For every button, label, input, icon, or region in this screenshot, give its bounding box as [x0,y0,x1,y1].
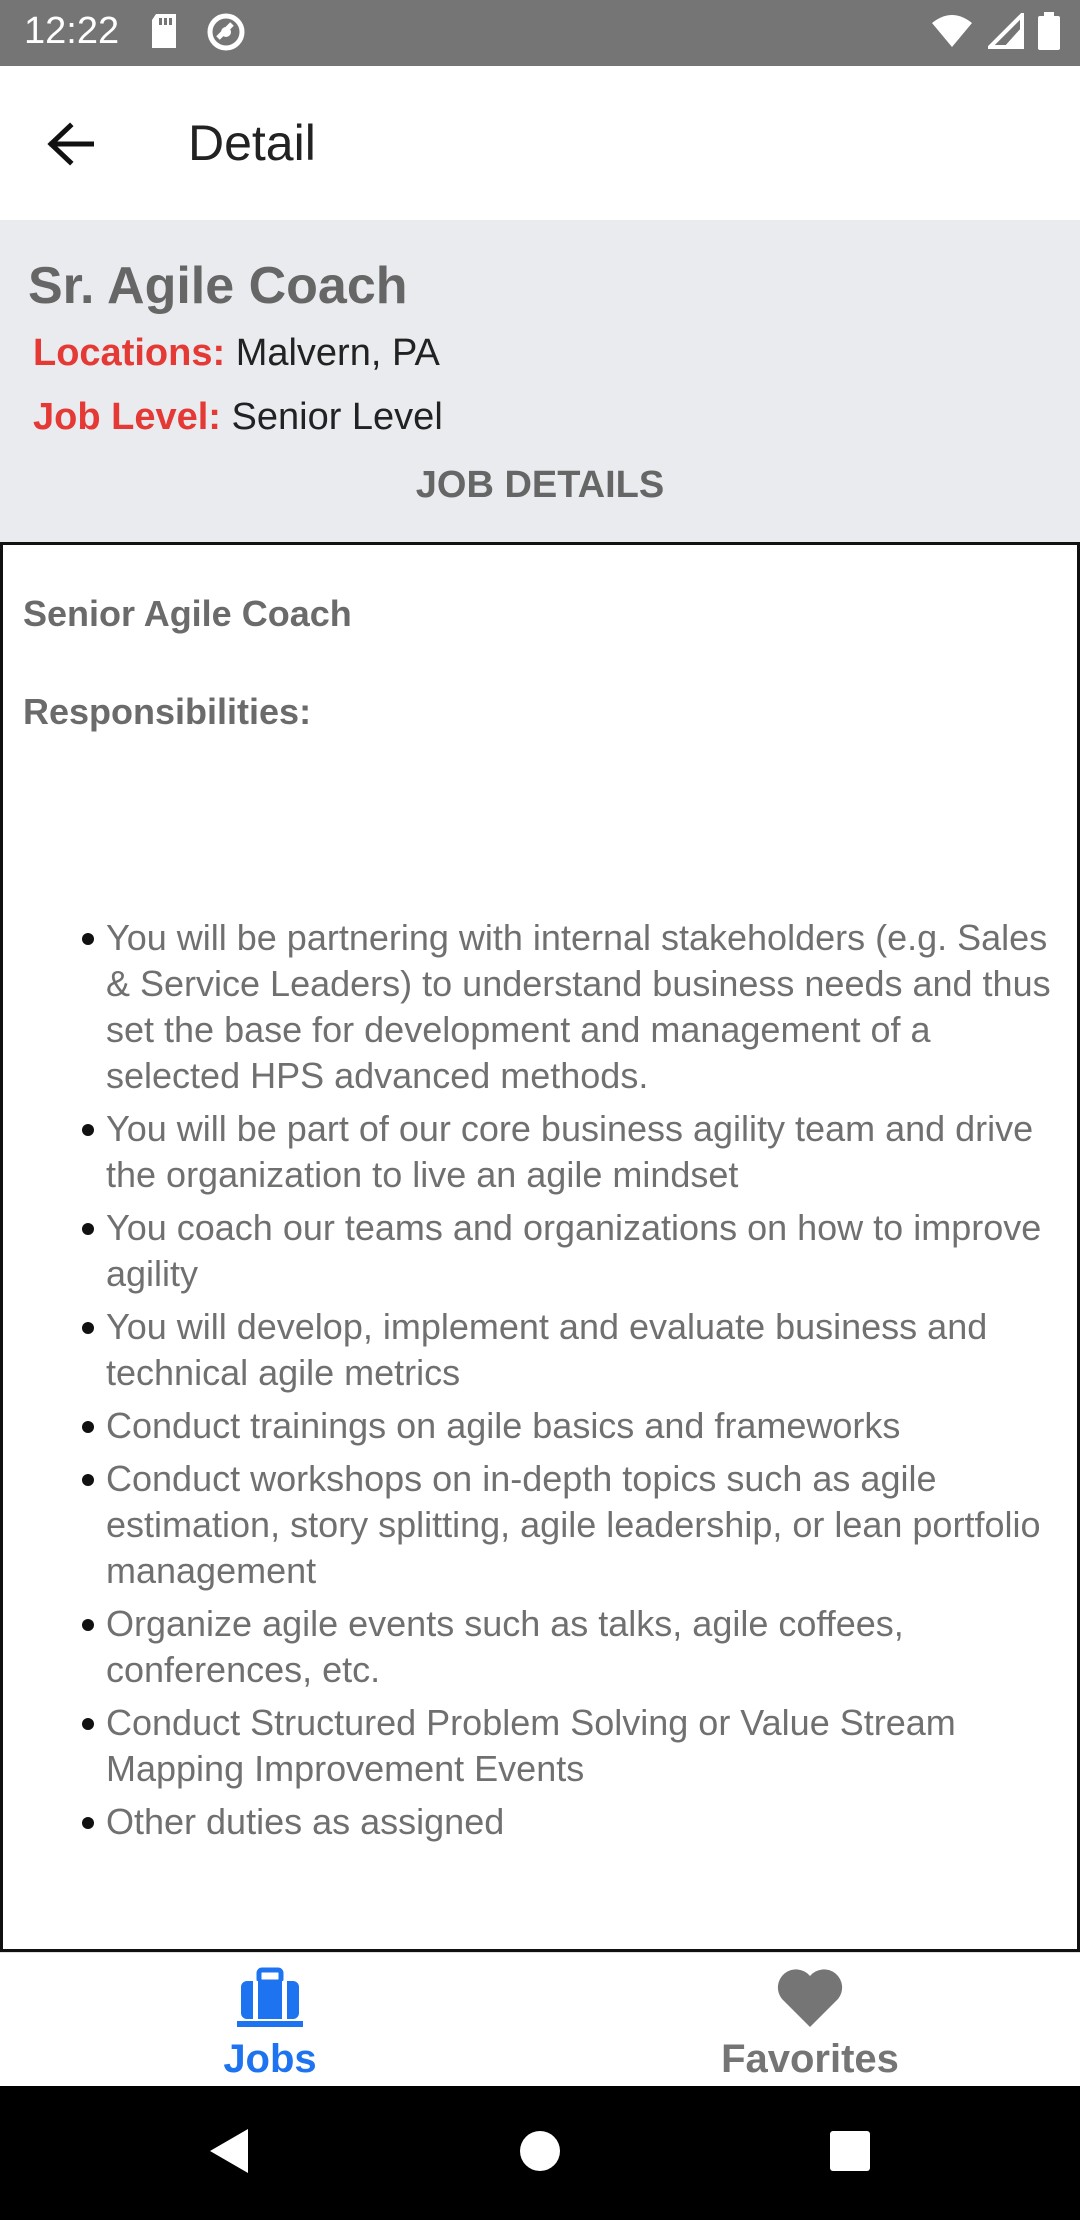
list-item: Conduct trainings on agile basics and fr… [3,1403,1077,1449]
list-item: You will be partnering with internal sta… [3,915,1077,1099]
tab-jobs-label: Jobs [223,2037,317,2081]
job-description[interactable]: Senior Agile Coach Responsibilities: You… [0,542,1080,1952]
app-bar: Detail [0,66,1080,220]
system-home-button[interactable] [503,2116,577,2190]
sd-card-icon [150,12,180,57]
arrow-left-icon [46,121,95,171]
wifi-icon [930,13,974,54]
job-location: Locations: Malvern, PA [33,332,440,375]
job-header: Sr. Agile Coach Locations: Malvern, PA J… [0,220,1080,542]
bullet-icon [82,933,94,945]
description-subtitle: Senior Agile Coach [23,593,352,634]
tab-jobs[interactable]: Jobs [0,1953,540,2087]
job-level-label: Job Level: [33,396,221,438]
status-time: 12:22 [24,10,120,52]
list-item-text: You will be partnering with internal sta… [106,917,1051,1096]
circle-home-icon [518,2129,562,2178]
job-level-value: Senior Level [231,396,443,438]
battery-icon [1038,12,1060,55]
bullet-icon [82,1124,94,1136]
bullet-icon [82,1322,94,1334]
list-item: Organize agile events such as talks, agi… [3,1601,1077,1693]
heart-icon [775,1967,845,2034]
tab-favorites-label: Favorites [721,2037,899,2081]
list-item-text: You will develop, implement and evaluate… [106,1306,988,1393]
list-item: You will be part of our core business ag… [3,1106,1077,1198]
tab-job-details[interactable]: JOB DETAILS [0,464,1080,507]
location-label: Locations: [33,332,226,374]
bullet-icon [82,1223,94,1235]
list-item-text: Conduct trainings on agile basics and fr… [106,1405,901,1446]
list-item-text: You will be part of our core business ag… [106,1108,1034,1195]
list-item-text: Organize agile events such as talks, agi… [106,1603,904,1690]
signal-icon [985,10,1024,54]
page-title: Detail [188,115,316,171]
list-item-text: Conduct workshops on in-depth topics suc… [106,1458,1041,1591]
list-item-text: You coach our teams and organizations on… [106,1207,1042,1294]
briefcase-icon [237,1967,303,2034]
job-level: Job Level: Senior Level [33,396,443,439]
qualifications-heading: Qualifications: [23,1943,273,1949]
bottom-nav: Jobs Favorites [0,1952,1080,2086]
list-item: Conduct Structured Problem Solving or Va… [3,1700,1077,1792]
job-title: Sr. Agile Coach [28,257,408,315]
sync-icon [206,12,246,57]
list-item: Conduct workshops on in-depth topics suc… [3,1456,1077,1594]
list-item: You coach our teams and organizations on… [3,1205,1077,1297]
responsibilities-heading: Responsibilities: [23,691,312,732]
list-item: Other duties as assigned [3,1799,1077,1845]
status-bar: 12:22 [0,0,1080,66]
bullet-icon [82,1817,94,1829]
status-right-icons [930,10,1060,55]
bullet-icon [82,1421,94,1433]
bullet-icon [82,1474,94,1486]
location-value: Malvern, PA [235,332,440,374]
system-recents-button[interactable] [813,2116,887,2190]
status-left-icons [150,12,246,57]
list-item: You will develop, implement and evaluate… [3,1304,1077,1396]
system-nav-bar [0,2086,1080,2220]
square-recents-icon [829,2130,871,2177]
tab-favorites[interactable]: Favorites [540,1953,1080,2087]
responsibilities-list: You will be partnering with internal sta… [3,915,1077,1852]
list-item-text: Conduct Structured Problem Solving or Va… [106,1702,956,1789]
bullet-icon [82,1718,94,1730]
system-back-button[interactable] [192,2116,266,2190]
list-item-text: Other duties as assigned [106,1801,505,1842]
bullet-icon [82,1619,94,1631]
back-button[interactable] [34,110,106,182]
triangle-back-icon [206,2126,252,2181]
